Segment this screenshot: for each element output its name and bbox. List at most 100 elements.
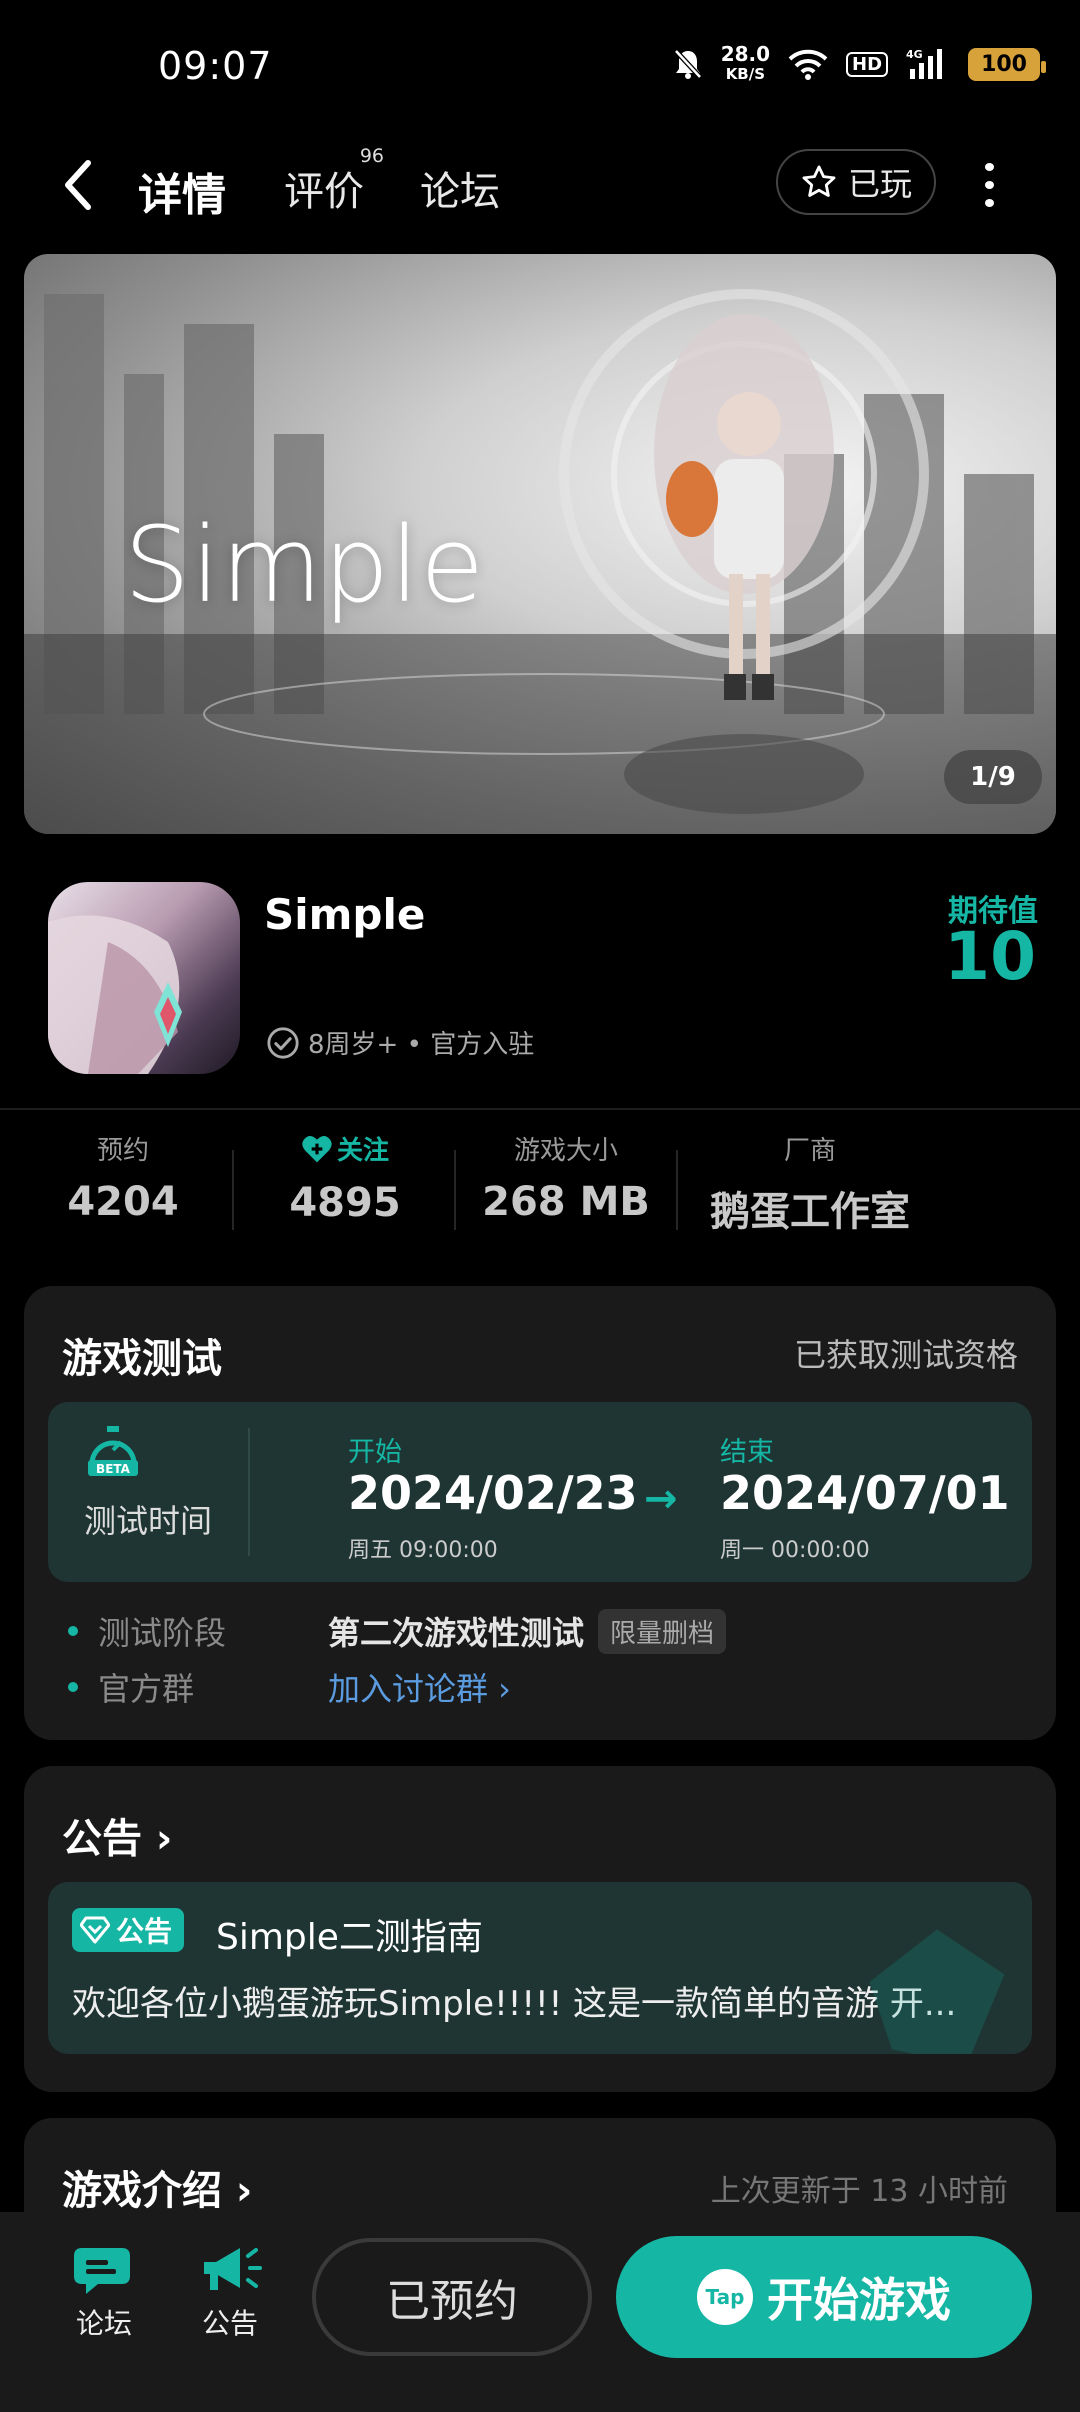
back-arrow-icon[interactable]: [58, 155, 98, 215]
status-bar: 09:07 28.0 KB/S HD 4G 100: [0, 0, 1080, 130]
test-box-separator: [248, 1428, 250, 1556]
played-label: 已玩: [847, 165, 912, 203]
end-label: 结束: [720, 1437, 774, 1468]
star-outline-icon: [802, 165, 836, 197]
stat-separator: [232, 1150, 234, 1230]
follow-button[interactable]: 关注: [301, 1130, 389, 1167]
beta-text: BETA: [96, 1462, 131, 1476]
expectation-value: 10: [944, 918, 1036, 995]
hd-badge: HD: [846, 51, 889, 77]
stat-follow[interactable]: 关注 4895: [262, 1130, 428, 1226]
stat-developer-label: 厂商: [783, 1136, 836, 1166]
bell-muted-icon: [673, 49, 702, 79]
wifi-icon: [788, 49, 828, 80]
bullet-dot: [68, 1626, 78, 1636]
stat-follow-value: 4895: [289, 1179, 401, 1226]
notice-watermark-icon: [869, 1929, 1005, 2054]
reviews-count-badge: 96: [359, 145, 384, 167]
test-stage-row: 测试阶段 第二次游戏性测试 限量删档: [68, 1608, 727, 1654]
game-name: Simple: [264, 890, 426, 939]
start-label: 开始: [348, 1437, 402, 1468]
banner-page-counter: 1/9: [944, 750, 1042, 804]
notice-tag-label: 公告: [116, 1915, 173, 1948]
section-divider: [0, 1108, 1080, 1110]
verified-check-icon: [267, 1026, 299, 1059]
stat-size-value: 268 MB: [482, 1179, 650, 1225]
megaphone-icon: [204, 2248, 262, 2290]
stats-row: 预约 4204 关注 4895 游戏大小 268 MB 厂商 鹅蛋工作室: [0, 1130, 1080, 1240]
played-button[interactable]: 已玩: [776, 149, 936, 215]
status-icons: 28.0 KB/S HD 4G 100: [673, 44, 1046, 84]
test-time-label: 测试时间: [84, 1502, 213, 1540]
stat-reservations: 预约 4204: [40, 1130, 206, 1225]
end-weekday-time: 周一 00:00:00: [720, 1538, 870, 1563]
intro-card-title[interactable]: 游戏介绍 ›: [62, 2158, 252, 2216]
taptap-logo-icon: Tap: [697, 2269, 753, 2325]
notice-card: 公告 › 公告 Simple二测指南 欢迎各位小鹅蛋游玩Simple!!!!! …: [24, 1766, 1056, 2092]
beta-stopwatch-icon: BETA: [88, 1426, 138, 1476]
tab-detail[interactable]: 详情: [134, 159, 230, 223]
test-time-box: BETA 测试时间 开始 2024/02/23 周五 09:00:00 → 结束…: [48, 1402, 1032, 1582]
stat-developer-value[interactable]: 鹅蛋工作室: [700, 1179, 920, 1237]
test-stage-value: 第二次游戏性测试: [328, 1614, 585, 1652]
game-app-icon: [48, 882, 240, 1074]
net-speed-unit: KB/S: [725, 65, 766, 83]
stat-separator: [454, 1150, 456, 1230]
reserved-label: 已预约: [386, 2276, 518, 2327]
app-icon-art: [48, 915, 182, 1074]
range-arrow-icon: →: [644, 1476, 678, 1522]
test-qualification-status: 已获取测试资格: [793, 1336, 1018, 1374]
signal-icon: 4G: [906, 48, 943, 79]
stat-separator: [676, 1150, 678, 1230]
game-test-card: 游戏测试 已获取测试资格 BETA 测试时间 开始 2024/02/23 周五 …: [24, 1286, 1056, 1740]
stat-reservations-value: 4204: [67, 1179, 179, 1225]
tab-detail-label: 详情: [138, 170, 226, 221]
bullet-dot: [68, 1682, 78, 1692]
join-group-link[interactable]: 加入讨论群 ›: [328, 1664, 511, 1710]
start-game-button[interactable]: Tap 开始游戏: [616, 2236, 1032, 2358]
age-rating-and-official: 8周岁+ • 官方入驻: [308, 1030, 535, 1060]
follow-label: 关注: [336, 1136, 389, 1166]
stat-size-label: 游戏大小: [513, 1136, 618, 1166]
heart-plus-icon: [302, 1135, 332, 1162]
tab-forum[interactable]: 论坛: [420, 159, 500, 217]
svg-text:4G: 4G: [906, 48, 923, 61]
end-date: 2024/07/01: [720, 1466, 1010, 1520]
tab-reviews[interactable]: 评价 96: [284, 145, 384, 217]
tab-reviews-label: 评价: [284, 169, 364, 215]
notice-item-title: Simple二测指南: [216, 1917, 483, 1958]
top-nav: 详情 评价 96 论坛 已玩: [0, 135, 1080, 235]
start-weekday-time: 周五 09:00:00: [348, 1538, 498, 1563]
notice-item[interactable]: 公告 Simple二测指南 欢迎各位小鹅蛋游玩Simple!!!!! 这是一款简…: [48, 1882, 1032, 2054]
bottom-forum-label: 论坛: [75, 2307, 132, 2340]
tab-forum-label: 论坛: [420, 169, 500, 215]
diamond-heart-icon: [80, 1916, 110, 1944]
bottom-forum-button[interactable]: 论坛: [54, 2242, 154, 2342]
net-speed-value: 28.0: [720, 42, 771, 66]
game-meta: 8周岁+ • 官方入驻: [266, 1024, 534, 1061]
official-group-key: 官方群: [98, 1670, 195, 1708]
stat-size: 游戏大小 268 MB: [476, 1130, 656, 1225]
last-updated: 上次更新于 13 小时前: [710, 2174, 1008, 2209]
bottom-notice-button[interactable]: 公告: [180, 2242, 280, 2342]
test-stage-key: 测试阶段: [98, 1614, 227, 1652]
start-game-label: 开始游戏: [767, 2273, 951, 2327]
stat-reservations-label: 预约: [96, 1136, 149, 1166]
battery-indicator: 100: [968, 47, 1046, 81]
reserved-button[interactable]: 已预约: [312, 2238, 592, 2356]
more-menu-icon[interactable]: [976, 163, 1002, 207]
notice-card-title[interactable]: 公告 ›: [62, 1806, 172, 1864]
official-group-row: 官方群 加入讨论群 ›: [68, 1664, 511, 1710]
test-stage-tag: 限量删档: [598, 1608, 727, 1654]
media-banner[interactable]: Simple 1/9: [24, 254, 1056, 834]
net-speed: 28.0 KB/S: [721, 44, 770, 84]
test-card-title: 游戏测试: [62, 1336, 222, 1382]
start-date: 2024/02/23: [348, 1466, 638, 1520]
notice-tag: 公告: [72, 1908, 185, 1952]
status-time: 09:07: [158, 44, 273, 88]
bottom-action-bar: 论坛 公告 已预约 Tap 开始游戏: [0, 2212, 1080, 2412]
stat-developer[interactable]: 厂商 鹅蛋工作室: [700, 1130, 920, 1237]
bottom-notice-label: 公告: [201, 2307, 258, 2340]
forum-chat-icon: [74, 2248, 130, 2294]
banner-title: Simple: [124, 504, 486, 626]
